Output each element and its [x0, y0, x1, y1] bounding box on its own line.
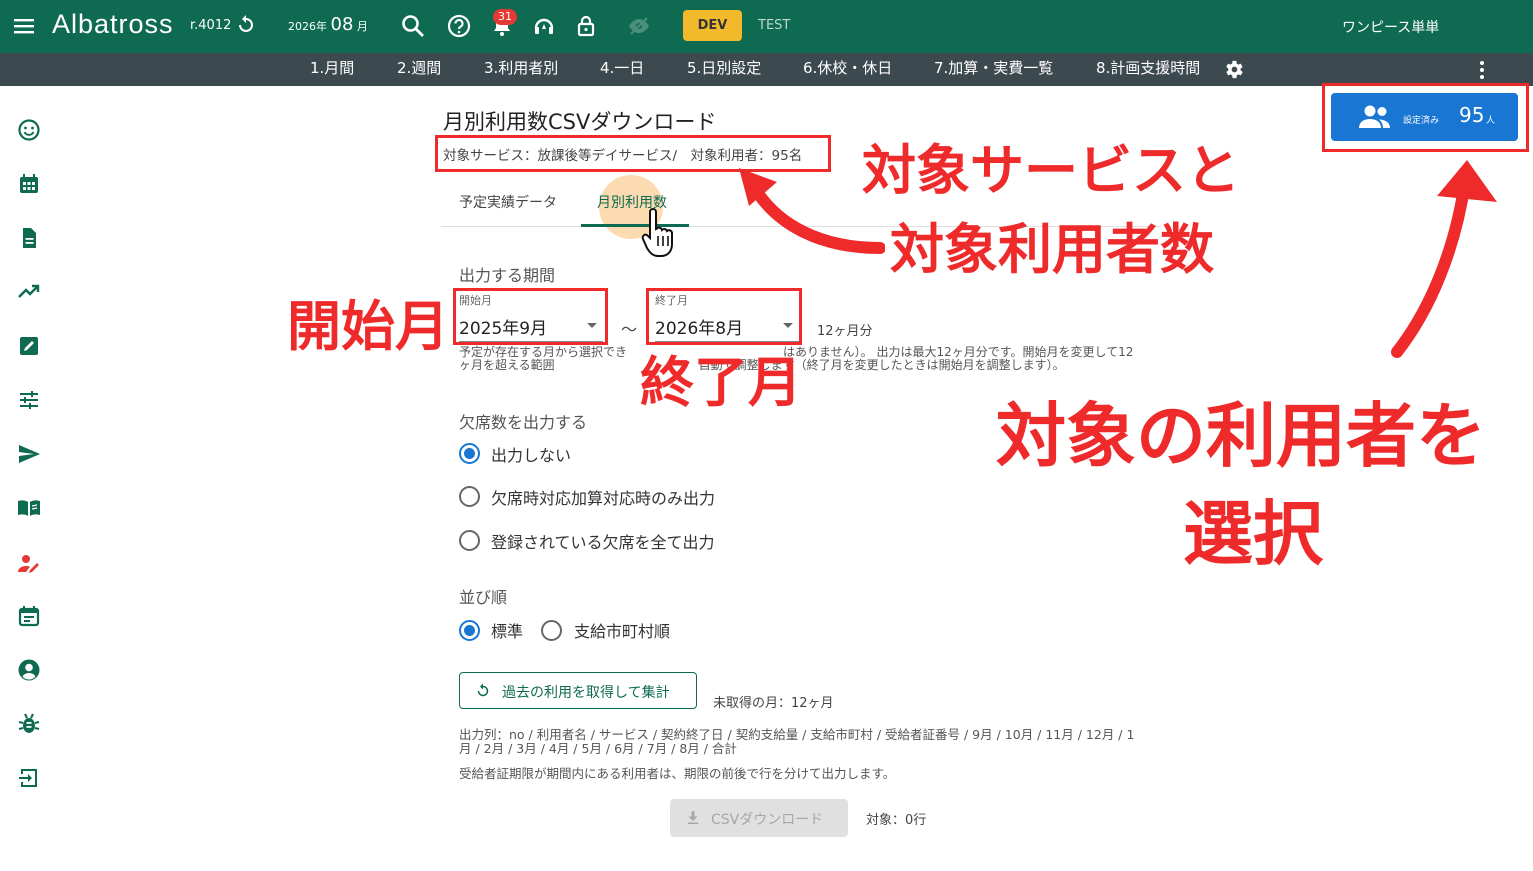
output-columns-text: 出力列：no / 利用者名 / サービス / 契約終了日 / 契約支給量 / 支… — [459, 727, 1135, 756]
sort-option-standard: 標準 — [491, 622, 524, 641]
unfetched-months: 未取得の月：12ヶ月 — [713, 696, 834, 711]
book-icon[interactable] — [17, 496, 41, 520]
absence-section-label: 欠席数を出力する — [459, 413, 588, 432]
nav-daily[interactable]: 4.一日 — [600, 57, 644, 78]
csv-download-button[interactable]: CSVダウンロード — [670, 799, 848, 837]
absence-option-addition-only: 欠席時対応加算対応時のみ出力 — [491, 489, 716, 508]
absence-radio-all[interactable] — [459, 530, 480, 551]
start-month-highlight-box — [453, 288, 608, 345]
hand-pointer-cursor-icon — [641, 208, 673, 257]
edit-box-icon[interactable] — [17, 334, 41, 358]
nav-plan-support-time[interactable]: 8.計画支援時間 — [1096, 57, 1200, 78]
target-row-count: 対象：0行 — [866, 813, 927, 828]
view-nav-bar: 1.月間 2.週間 3.利用者別 4.一日 5.日別設定 6.休校・休日 7.加… — [0, 53, 1533, 86]
lock-icon[interactable] — [573, 13, 599, 39]
annotation-end-month: 終了月 — [640, 351, 802, 414]
range-separator: ～ — [621, 320, 638, 339]
support-headset-icon[interactable] — [531, 13, 557, 39]
send-icon[interactable] — [17, 442, 41, 466]
dev-environment-button[interactable]: DEV — [683, 10, 742, 41]
nav-holidays[interactable]: 6.休校・休日 — [803, 57, 892, 78]
period-selector[interactable]: 2026年 08 月 — [288, 14, 368, 35]
annotation-select-users-2: 選択 — [1183, 493, 1323, 575]
account-circle-icon[interactable] — [17, 658, 41, 682]
nav-additions-list[interactable]: 7.加算・実費一覧 — [934, 57, 1053, 78]
annotation-arrow-up-icon — [1391, 160, 1497, 358]
revision-label: r.4012 — [190, 18, 232, 33]
tab-schedule-actual-data[interactable]: 予定実績データ — [459, 192, 557, 212]
annotation-arrow-left-icon — [739, 168, 885, 254]
absence-radio-addition-only[interactable] — [459, 486, 480, 507]
notification-badge: 31 — [493, 9, 517, 25]
smile-icon[interactable] — [17, 118, 41, 142]
output-columns-note: 受給者証期限が期間内にある利用者は、期限の前後で行を分けて出力します。 — [459, 766, 896, 781]
end-month-highlight-box — [646, 288, 802, 345]
nav-daily-settings[interactable]: 5.日別設定 — [687, 57, 761, 78]
help-icon[interactable] — [446, 13, 472, 39]
brand-logo[interactable]: Albatross — [52, 9, 174, 40]
sort-radio-municipality[interactable] — [541, 620, 562, 641]
annotation-service-users-1: 対象サービスと — [862, 139, 1240, 202]
period-month: 08 — [330, 14, 354, 35]
nav-weekly[interactable]: 2.週間 — [397, 57, 441, 78]
page-title: 月別利用数CSVダウンロード — [443, 110, 717, 134]
annotation-select-users-1: 対象の利用者を — [996, 395, 1486, 477]
test-environment-tab[interactable]: TEST — [758, 18, 790, 33]
settings-gear-icon[interactable] — [1222, 58, 1245, 81]
nav-monthly[interactable]: 1.月間 — [310, 57, 354, 78]
absence-option-all: 登録されている欠席を全て出力 — [491, 533, 715, 552]
users-button-highlight-box — [1322, 83, 1529, 152]
period-unit: 月 — [356, 20, 368, 33]
calendar-grid-icon[interactable] — [17, 172, 41, 196]
user-edit-icon[interactable] — [17, 552, 41, 576]
more-vert-icon[interactable] — [1474, 59, 1490, 81]
event-icon[interactable] — [17, 604, 41, 628]
period-section-label: 出力する期間 — [459, 266, 556, 285]
nav-by-user[interactable]: 3.利用者別 — [484, 57, 558, 78]
search-icon[interactable] — [400, 13, 426, 39]
sort-section-label: 並び順 — [459, 588, 508, 607]
absence-radio-none[interactable] — [459, 443, 480, 464]
tune-icon[interactable] — [17, 388, 41, 412]
bug-icon[interactable] — [17, 712, 41, 736]
login-icon[interactable] — [17, 766, 41, 790]
download-icon — [687, 811, 699, 824]
refresh-icon[interactable] — [234, 13, 258, 37]
absence-option-none: 出力しない — [491, 446, 572, 465]
sort-option-municipality: 支給市町村順 — [574, 622, 671, 641]
months-count: 12ヶ月分 — [817, 324, 873, 339]
trending-icon[interactable] — [17, 280, 41, 304]
visibility-off-icon[interactable] — [626, 13, 652, 39]
fetch-past-usage-button[interactable]: 過去の利用を取得して集計 — [459, 672, 697, 709]
document-icon[interactable] — [17, 226, 41, 250]
refresh-icon — [477, 683, 489, 697]
annotation-service-users-2: 対象利用者数 — [890, 218, 1214, 281]
annotation-start-month: 開始月 — [287, 295, 449, 358]
facility-name[interactable]: ワンピース単単 — [1342, 17, 1439, 37]
app-bar: Albatross r.4012 2026年 08 月 31 DEV TEST … — [0, 0, 1533, 53]
csv-button-label: CSVダウンロード — [711, 812, 824, 828]
fetch-button-label: 過去の利用を取得して集計 — [502, 685, 670, 701]
hamburger-menu-icon[interactable] — [12, 14, 38, 38]
period-year: 2026年 — [288, 20, 327, 33]
sort-radio-standard[interactable] — [459, 620, 480, 641]
service-users-highlight-box — [435, 135, 831, 172]
